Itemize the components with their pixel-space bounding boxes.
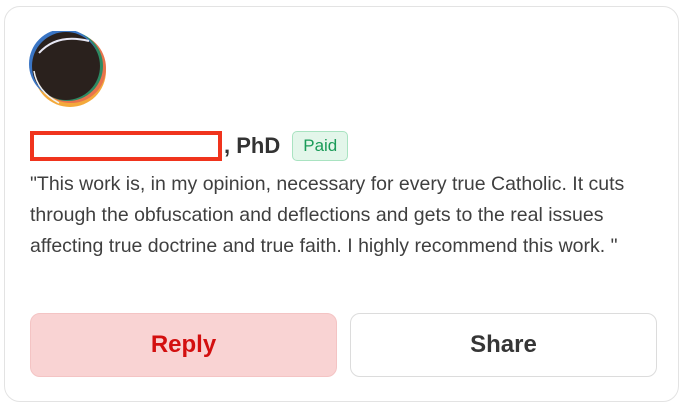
redacted-author-name[interactable] — [30, 131, 222, 161]
reply-button[interactable]: Reply — [30, 313, 337, 377]
comment-card: , PhD Paid "This work is, in my opinion,… — [4, 6, 679, 402]
paid-badge: Paid — [292, 131, 349, 161]
share-button[interactable]: Share — [350, 313, 657, 377]
avatar-image — [29, 29, 106, 107]
comment-text: "This work is, in my opinion, necessary … — [30, 173, 625, 257]
author-row: , PhD Paid — [30, 127, 349, 165]
author-credential: , PhD — [224, 133, 281, 158]
avatar[interactable] — [29, 29, 107, 109]
